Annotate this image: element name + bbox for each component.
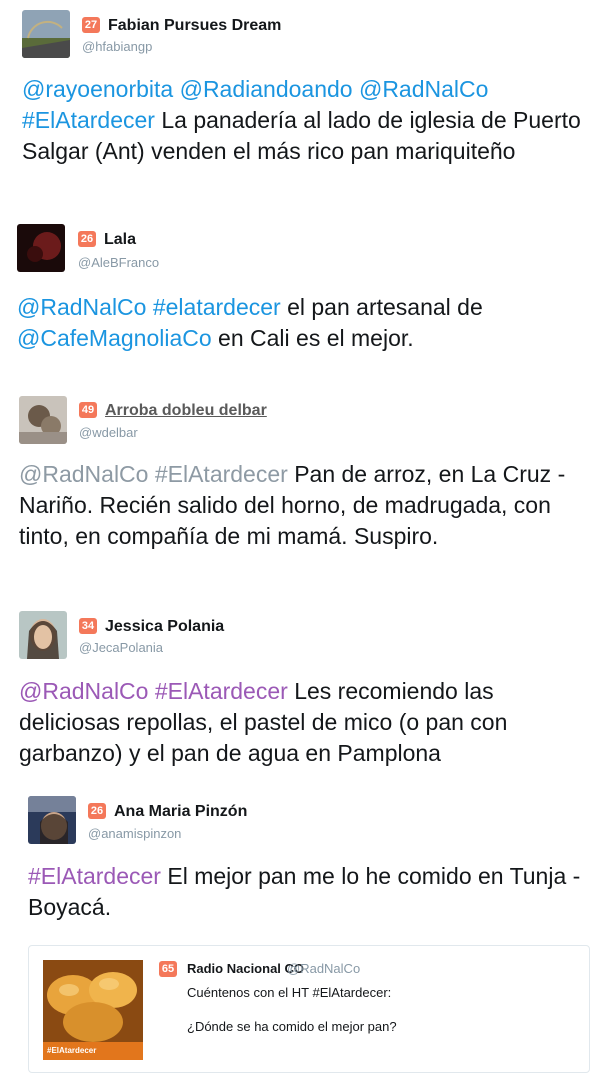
tweet-text: @rayoenorbita @Radiandoando @RadNalCo #E… [22, 74, 582, 167]
avatar-image [22, 10, 70, 58]
user-handle[interactable]: @AleBFranco [78, 255, 159, 270]
avatar-image [17, 224, 65, 272]
avatar-image [19, 396, 67, 444]
rank-badge: 34 [79, 618, 97, 634]
user-handle[interactable]: @hfabiangp [82, 39, 152, 54]
tweet-text: @RadNalCo #ElAtardecer Pan de arroz, en … [19, 459, 589, 552]
tweet-text: #ElAtardecer El mejor pan me lo he comid… [28, 861, 593, 923]
tweet-mentions[interactable]: @RadNalCo #elatardecer [17, 294, 281, 320]
tweet-body-end: en Cali es el mejor. [211, 325, 414, 351]
rank-badge: 26 [78, 231, 96, 247]
user-handle[interactable]: @wdelbar [79, 425, 138, 440]
user-handle[interactable]: @JecaPolania [79, 640, 163, 655]
avatar-image [19, 611, 67, 659]
avatar[interactable] [28, 796, 76, 844]
user-name[interactable]: Ana Maria Pinzón [114, 803, 247, 821]
user-name[interactable]: Fabian Pursues Dream [108, 17, 281, 35]
quoted-text-line1: Cuéntenos con el HT #ElAtardecer: [187, 985, 392, 1000]
avatar[interactable] [19, 611, 67, 659]
user-handle[interactable]: @anamispinzon [88, 826, 181, 841]
rank-badge: 26 [88, 803, 106, 819]
tweet-mentions[interactable]: @RadNalCo #ElAtardecer [19, 678, 288, 704]
tweet-text: @RadNalCo #elatardecer el pan artesanal … [17, 292, 592, 354]
quoted-user-handle[interactable]: @RadNalCo [287, 961, 360, 976]
user-name[interactable]: Arroba dobleu delbar [105, 402, 267, 420]
tweet-body: el pan artesanal de [280, 294, 483, 320]
rank-badge: 27 [82, 17, 100, 33]
avatar[interactable] [22, 10, 70, 58]
user-name[interactable]: Lala [104, 231, 136, 249]
quoted-tweet-image[interactable]: #ElAtardecer [43, 960, 143, 1060]
image-caption: #ElAtardecer [47, 1046, 96, 1055]
user-name[interactable]: Jessica Polania [105, 618, 224, 636]
tweet-text: @RadNalCo #ElAtardecer Les recomiendo la… [19, 676, 594, 769]
bread-photo: #ElAtardecer [43, 960, 143, 1060]
rank-badge: 49 [79, 402, 97, 418]
avatar-image [28, 796, 76, 844]
tweet-hashtag[interactable]: #ElAtardecer [28, 863, 161, 889]
avatar[interactable] [19, 396, 67, 444]
rank-badge: 65 [159, 961, 177, 977]
quoted-tweet[interactable]: #ElAtardecer 65 Radio Nacional CO @RadNa… [28, 945, 590, 1073]
avatar[interactable] [17, 224, 65, 272]
tweet-mentions[interactable]: @RadNalCo #ElAtardecer [19, 461, 288, 487]
quoted-text-line2: ¿Dónde se ha comido el mejor pan? [187, 1019, 397, 1034]
tweet-mention-link[interactable]: @CafeMagnoliaCo [17, 325, 212, 351]
